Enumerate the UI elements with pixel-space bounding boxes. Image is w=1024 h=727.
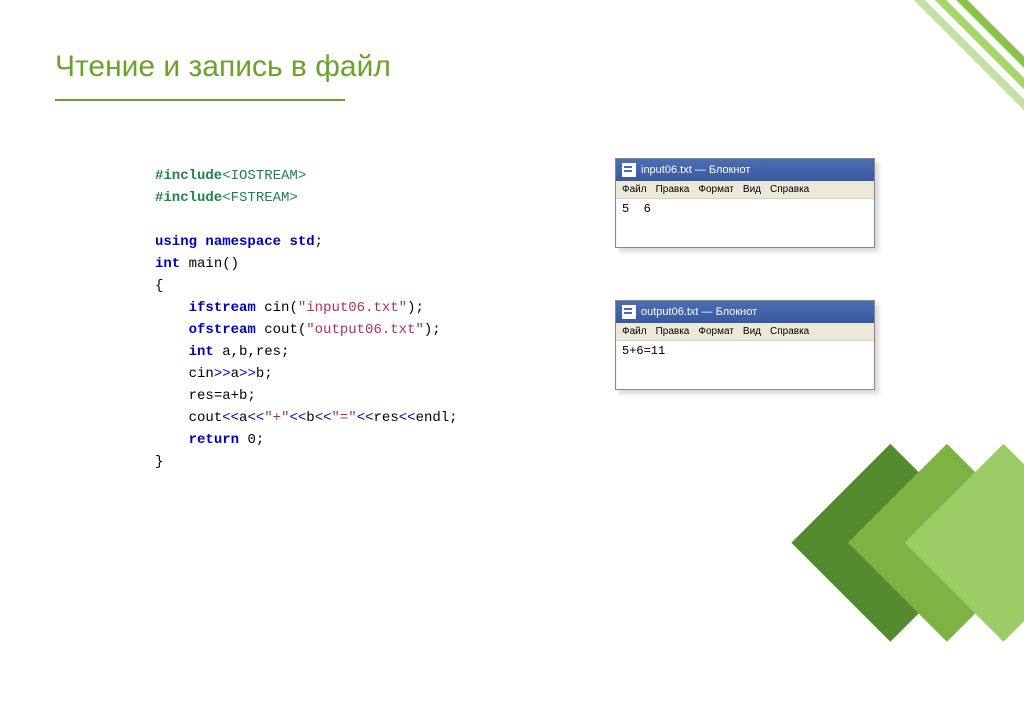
code-token: b [306,410,314,426]
code-token: << [222,410,239,426]
notepad-titlebar: output06.txt — Блокнот [616,301,874,323]
notepad-menubar: Файл Правка Формат Вид Справка [616,323,874,341]
code-token: "=" [332,410,357,426]
code-token: <FSTREAM> [222,190,298,206]
slide-title: Чтение и запись в файл [55,50,391,84]
code-token: << [399,410,416,426]
code-token: #include [155,190,222,206]
code-token: cout [189,410,223,426]
menu-help[interactable]: Справка [770,326,809,337]
code-token: << [357,410,374,426]
code-token: <IOSTREAM> [222,168,306,184]
notepad-output-window: output06.txt — Блокнот Файл Правка Форма… [615,300,875,390]
code-token: a,b,res; [222,344,289,360]
code-token: "+" [264,410,289,426]
notepad-icon [622,305,636,319]
code-token: << [289,410,306,426]
menu-view[interactable]: Вид [743,184,761,195]
code-token: res [374,410,399,426]
code-token: cin [264,300,289,316]
code-token: endl [416,410,450,426]
code-token: << [315,410,332,426]
code-token: a [231,366,239,382]
code-token: main [189,256,223,272]
notepad-title: input06.txt — Блокнот [641,164,750,176]
code-token: 0 [247,432,255,448]
notepad-content[interactable]: 5+6=11 [616,341,874,389]
code-token: ofstream [189,322,256,338]
code-block: #include<IOSTREAM> #include<FSTREAM> usi… [155,165,458,473]
menu-file[interactable]: Файл [622,326,647,337]
menu-help[interactable]: Справка [770,184,809,195]
code-token: "input06.txt" [298,300,407,316]
code-token: std [289,234,314,250]
code-token: << [247,410,264,426]
menu-format[interactable]: Формат [698,184,734,195]
notepad-titlebar: input06.txt — Блокнот [616,159,874,181]
code-token: cout [264,322,298,338]
menu-format[interactable]: Формат [698,326,734,337]
code-token: cin [189,366,214,382]
menu-file[interactable]: Файл [622,184,647,195]
code-token: int [155,256,180,272]
menu-edit[interactable]: Правка [656,184,690,195]
code-token: using [155,234,197,250]
code-token: "output06.txt" [306,322,424,338]
code-token: namespace [205,234,281,250]
title-underline [55,99,345,101]
notepad-input-window: input06.txt — Блокнот Файл Правка Формат… [615,158,875,248]
code-token: return [189,432,239,448]
notepad-title: output06.txt — Блокнот [641,306,757,318]
notepad-menubar: Файл Правка Формат Вид Справка [616,181,874,199]
menu-view[interactable]: Вид [743,326,761,337]
code-token: ifstream [189,300,256,316]
code-token: >> [239,366,256,382]
notepad-icon [622,163,636,177]
code-token: #include [155,168,222,184]
code-token: b [256,366,264,382]
notepad-content[interactable]: 5 6 [616,199,874,247]
code-token: int [189,344,214,360]
code-token: res=a+b; [189,388,256,404]
menu-edit[interactable]: Правка [656,326,690,337]
code-token: >> [214,366,231,382]
slide-decoration [0,0,1024,574]
